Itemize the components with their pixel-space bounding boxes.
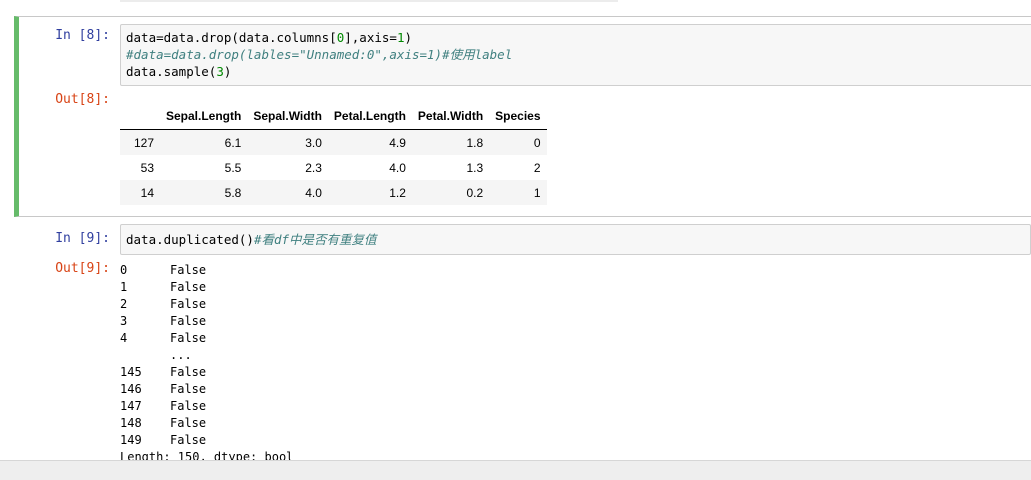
table-row: 53 5.5 2.3 4.0 1.3 2: [120, 155, 547, 180]
code-token: data.sample(: [126, 64, 217, 79]
series-index: 147: [120, 399, 142, 413]
output-prompt: Out[9]:: [55, 261, 110, 276]
input-prompt: In [9]:: [55, 231, 110, 246]
code-comment: #data=data.drop(lables="Unnamed:0",axis=…: [126, 47, 513, 62]
code-editor[interactable]: data=data.drop(data.columns[0],axis=1) #…: [120, 24, 1031, 86]
series-index: 0: [120, 263, 128, 277]
row-index: 127: [133, 135, 154, 150]
series-index: 148: [120, 416, 142, 430]
code-token: data.duplicated(): [126, 232, 254, 247]
horizontal-scrollbar[interactable]: [0, 460, 1031, 480]
code-line[interactable]: #data=data.drop(lables="Unnamed:0",axis=…: [126, 46, 512, 63]
index-header: [120, 103, 160, 130]
series-row: 0 False: [120, 262, 293, 279]
table-cell: 0: [533, 135, 541, 150]
table-cell: 5.8: [224, 185, 242, 200]
input-prompt: In [8]:: [55, 28, 110, 43]
row-index: 53: [140, 160, 154, 175]
series-output: 0 False 1 False 2 False 3 False 4 False ... 1…: [120, 262, 293, 466]
table-cell: 3.0: [305, 135, 322, 150]
table-cell: 4.9: [389, 135, 406, 150]
series-index: 2: [120, 297, 128, 311]
column-header: Species: [489, 103, 547, 130]
column-header: Petal.Length: [327, 103, 412, 130]
series-index: [120, 347, 170, 364]
code-line[interactable]: data.duplicated()#看df中是否有重复值: [126, 231, 377, 248]
output-prompt: Out[8]:: [55, 92, 110, 107]
column-header: Sepal.Width: [247, 103, 328, 130]
table-cell: 2.3: [305, 160, 322, 175]
table-cell: 1.8: [466, 135, 484, 150]
notebook-cell-8[interactable]: In [8]: data=data.drop(data.columns[0],a…: [14, 16, 1031, 217]
series-value: False: [170, 399, 207, 413]
series-ellipsis: ...: [170, 348, 192, 362]
series-row: 146 False: [120, 381, 293, 398]
table-cell: 4.0: [305, 185, 322, 200]
series-row: 3 False: [120, 313, 293, 330]
series-value: False: [170, 331, 207, 345]
series-value: False: [170, 365, 207, 379]
series-index: 145: [120, 365, 142, 379]
table-cell: 1.3: [466, 160, 484, 175]
series-value: False: [170, 280, 207, 294]
series-index: 1: [120, 280, 128, 294]
series-value: False: [170, 382, 207, 396]
code-token: ],axis=: [344, 30, 397, 45]
code-editor[interactable]: data.duplicated()#看df中是否有重复值: [120, 224, 1031, 255]
series-value: False: [170, 314, 207, 328]
code-token: data=data.drop(data.columns[: [126, 30, 337, 45]
table-header-row: Sepal.Length Sepal.Width Petal.Length Pe…: [120, 103, 547, 130]
series-value: False: [170, 297, 207, 311]
column-header: Sepal.Length: [160, 103, 248, 130]
table-cell: 1: [533, 185, 541, 200]
table-cell: 1.2: [389, 185, 406, 200]
series-row: 145 False: [120, 364, 293, 381]
series-index: 149: [120, 433, 142, 447]
previous-cell-edge: [120, 0, 618, 2]
code-token: ): [404, 30, 412, 45]
series-index: 3: [120, 314, 128, 328]
series-index: 4: [120, 331, 128, 345]
series-row: 147 False: [120, 398, 293, 415]
code-number: 3: [216, 64, 224, 79]
series-value: False: [170, 263, 207, 277]
series-value: False: [170, 416, 207, 430]
table-row: 14 5.8 4.0 1.2 0.2 1: [120, 180, 547, 205]
table-cell: 4.0: [389, 160, 406, 175]
row-index: 14: [140, 185, 154, 200]
series-value: False: [170, 433, 207, 447]
series-ellipsis-row: ...: [120, 347, 293, 364]
series-index: 146: [120, 382, 142, 396]
code-token: ): [223, 64, 232, 79]
table-cell: 2: [533, 160, 541, 175]
dataframe-table: Sepal.Length Sepal.Width Petal.Length Pe…: [120, 103, 547, 205]
series-row: 2 False: [120, 296, 293, 313]
code-comment: #看df中是否有重复值: [253, 232, 377, 247]
series-row: 1 False: [120, 279, 293, 296]
series-row: 4 False: [120, 330, 293, 347]
table-cell: 6.1: [224, 135, 242, 150]
series-row: 149 False: [120, 432, 293, 449]
table-cell: 0.2: [466, 185, 484, 200]
table-cell: 5.5: [224, 160, 242, 175]
table-row: 127 6.1 3.0 4.9 1.8 0: [120, 129, 547, 155]
code-line[interactable]: data=data.drop(data.columns[0],axis=1): [126, 29, 412, 46]
series-row: 148 False: [120, 415, 293, 432]
column-header: Petal.Width: [411, 103, 490, 130]
code-line[interactable]: data.sample(3): [126, 63, 231, 80]
